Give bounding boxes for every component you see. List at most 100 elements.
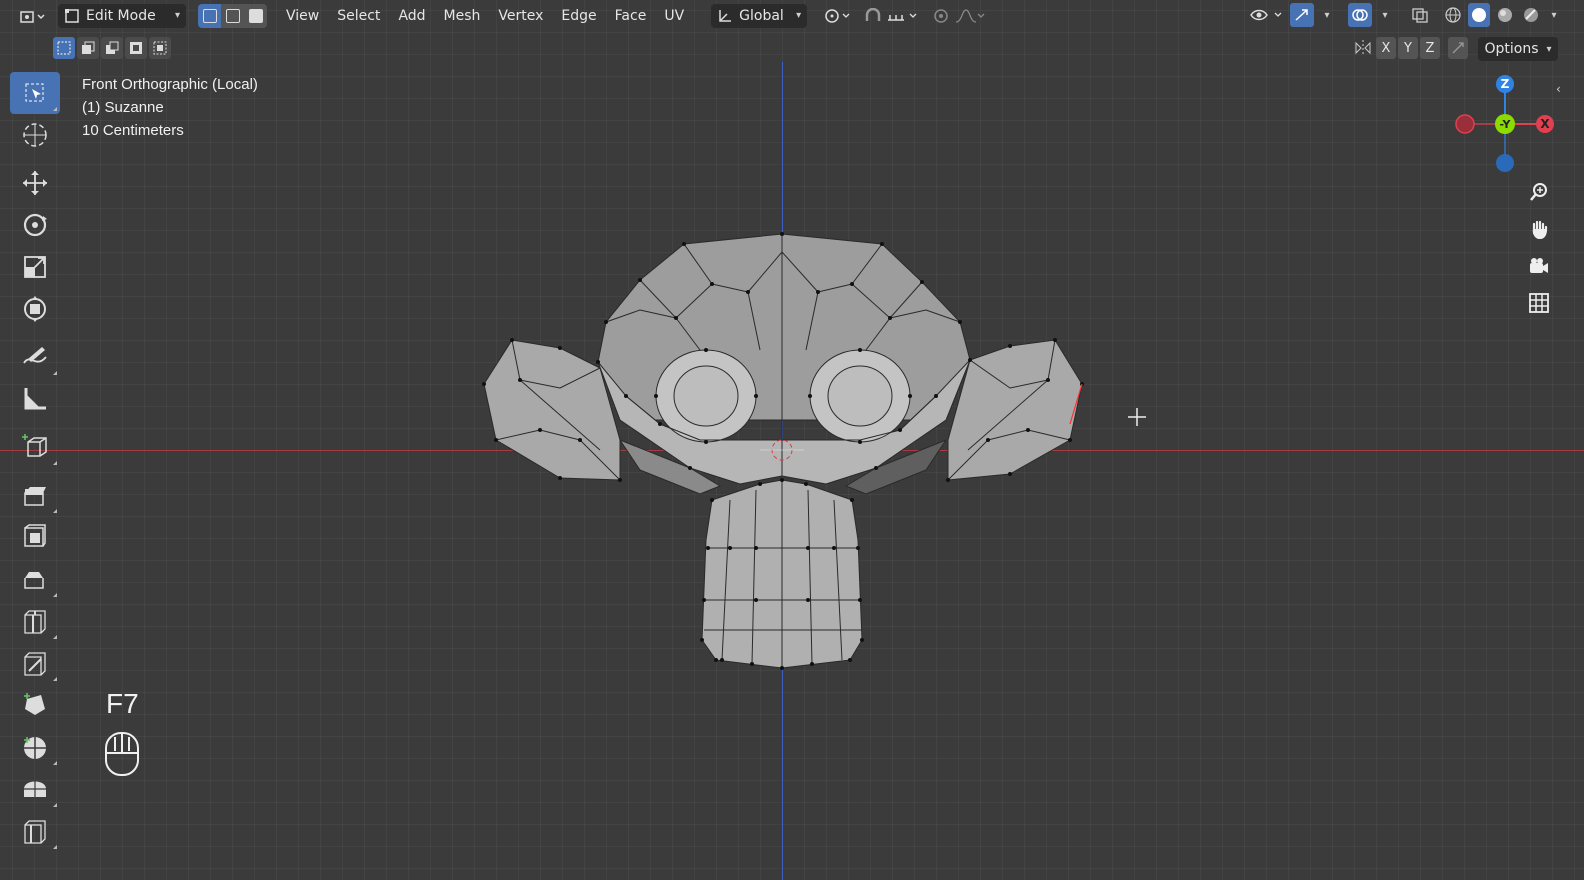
gizmo-icon (1295, 9, 1308, 21)
select-mode-buttons (198, 3, 267, 28)
gizmo-x-label: X (1540, 117, 1550, 131)
view-name: Front Orthographic (Local) (82, 76, 258, 93)
menu-mesh[interactable]: Mesh (435, 4, 490, 28)
axis-z-button[interactable]: Z (1420, 37, 1440, 59)
vertex-select-button[interactable] (198, 3, 221, 28)
falloff-dropdown[interactable] (953, 4, 987, 28)
select-extend-button[interactable] (77, 37, 99, 59)
gizmo-toggle-button[interactable] (1290, 3, 1314, 27)
overlays-dropdown[interactable]: ▾ (1376, 3, 1394, 27)
face-select-button[interactable] (244, 3, 267, 28)
menu-uv[interactable]: UV (655, 4, 693, 28)
inset-tool[interactable] (10, 516, 60, 558)
head-top (597, 233, 971, 421)
select-invert-button[interactable] (125, 37, 147, 59)
options-label: Options (1484, 41, 1539, 57)
chevron-down-icon: ▾ (1551, 9, 1557, 21)
measure-tool[interactable] (10, 378, 60, 420)
smooth-tool[interactable] (10, 768, 60, 810)
smooth-icon (24, 780, 46, 797)
overlays-toggle-button[interactable] (1348, 3, 1372, 27)
shading-dropdown[interactable]: ▾ (1546, 3, 1562, 27)
falloff-curve-icon (956, 8, 985, 23)
navigation-gizmo[interactable]: Z -Y X (1452, 72, 1562, 182)
orientation-label: Global (739, 7, 784, 24)
extrude-tool[interactable] (10, 474, 60, 516)
mode-dropdown[interactable]: Edit Mode ▾ (58, 3, 186, 28)
poly-build-tool[interactable] (10, 684, 60, 726)
editor-type-button[interactable] (18, 4, 48, 28)
select-new-button[interactable] (53, 37, 75, 59)
rotate-tool[interactable] (10, 204, 60, 246)
edge-slide-tool[interactable] (10, 810, 60, 852)
select-intersect-icon (153, 41, 167, 55)
scale-tool[interactable] (10, 246, 60, 288)
material-sphere-icon (1498, 8, 1512, 22)
gizmo-y-label: -Y (1500, 118, 1512, 131)
select-subtract-icon (106, 41, 119, 54)
snap-target-dropdown[interactable] (885, 4, 921, 28)
shading-solid-button[interactable] (1468, 3, 1490, 27)
select-subtract-button[interactable] (101, 37, 123, 59)
select-new-icon (57, 41, 71, 55)
solid-sphere-icon (1472, 8, 1486, 22)
orientation-dropdown[interactable]: Global ▾ (711, 3, 808, 28)
pivot-point-button[interactable] (821, 4, 855, 28)
mesh-overlay-icon (1412, 8, 1428, 23)
select-intersect-button[interactable] (149, 37, 171, 59)
edit-mode-icon (65, 8, 79, 23)
edge-select-button[interactable] (221, 3, 244, 28)
add-cube-icon (22, 434, 47, 457)
ortho-toggle-button[interactable] (1523, 287, 1555, 319)
cursor-tool[interactable] (10, 114, 60, 156)
loop-cut-tool[interactable] (10, 600, 60, 642)
transform-icon (24, 296, 46, 322)
selection-mode-buttons (53, 37, 171, 59)
knife-tool[interactable] (10, 642, 60, 684)
gizmo-dropdown[interactable]: ▾ (1318, 3, 1336, 27)
select-box-icon (25, 83, 44, 102)
axis-y-button[interactable]: Y (1398, 37, 1418, 59)
menu-edge[interactable]: Edge (552, 4, 605, 28)
add-cube-tool[interactable] (10, 426, 60, 468)
spin-tool[interactable] (10, 726, 60, 768)
menu-add[interactable]: Add (389, 4, 434, 28)
annotate-tool[interactable] (10, 336, 60, 378)
gizmo-neg-x (1455, 114, 1475, 134)
zoom-icon (1530, 183, 1547, 201)
camera-icon (1530, 258, 1548, 273)
select-invert-icon (130, 42, 142, 54)
options-dropdown[interactable]: Options ▾ (1478, 37, 1558, 61)
menu-select[interactable]: Select (328, 4, 389, 28)
menu-view[interactable]: View (277, 4, 328, 28)
mesh-edit-overlay-button[interactable] (1408, 3, 1432, 27)
auto-merge-button[interactable] (1448, 37, 1468, 59)
snap-toggle-button[interactable] (861, 4, 885, 28)
move-tool[interactable] (10, 162, 60, 204)
eye-icon (1250, 9, 1282, 21)
header-menu: View Select Add Mesh Vertex Edge Face UV (277, 4, 693, 28)
bevel-icon (24, 572, 44, 589)
poly-build-icon (24, 693, 45, 715)
pan-button[interactable] (1523, 213, 1555, 245)
select-box-tool[interactable] (10, 72, 60, 114)
mode-label: Edit Mode (86, 7, 156, 24)
visibility-dropdown[interactable] (1248, 3, 1286, 27)
proportional-edit-button[interactable] (929, 4, 953, 28)
axis-x-button[interactable]: X (1376, 37, 1396, 59)
shading-wireframe-button[interactable] (1442, 3, 1464, 27)
bevel-tool[interactable] (10, 558, 60, 600)
spin-icon (24, 737, 46, 759)
transform-tool[interactable] (10, 288, 60, 330)
shading-material-button[interactable] (1494, 3, 1516, 27)
knife-icon (24, 652, 46, 676)
grid-scale: 10 Centimeters (82, 122, 184, 139)
camera-view-button[interactable] (1523, 250, 1555, 282)
rendered-sphere-icon (1524, 8, 1538, 22)
tool-shelf (10, 72, 60, 852)
zoom-button[interactable] (1523, 176, 1555, 208)
menu-vertex[interactable]: Vertex (489, 4, 552, 28)
shading-rendered-button[interactable] (1520, 3, 1542, 27)
menu-face[interactable]: Face (606, 4, 656, 28)
crosshair-cursor-icon (1128, 408, 1146, 430)
